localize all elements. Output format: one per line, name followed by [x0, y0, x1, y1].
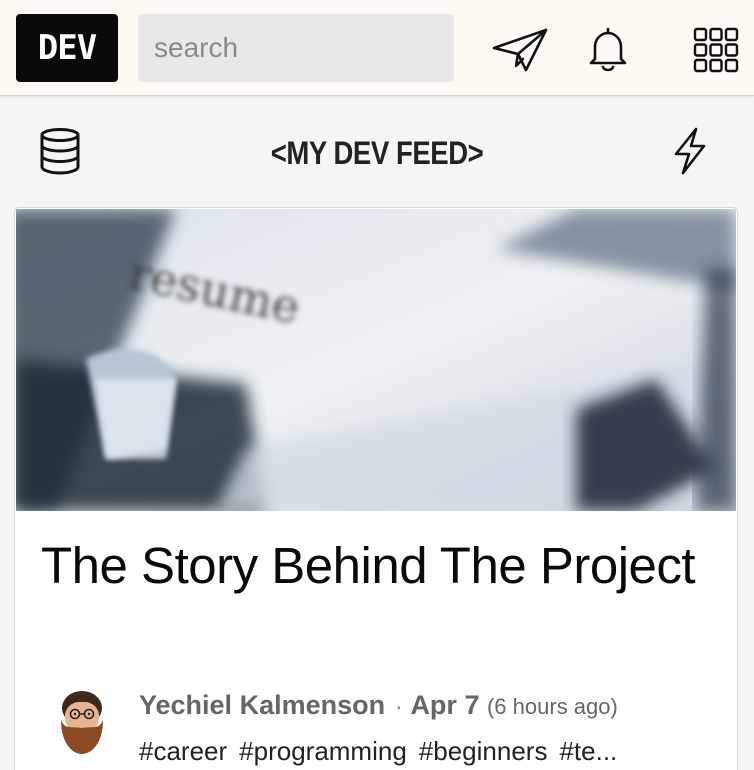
feed-header: <MY DEV FEED> — [0, 97, 754, 205]
bell-icon[interactable] — [578, 24, 638, 76]
relative-time: (6 hours ago) — [486, 694, 618, 719]
apps-grid-icon[interactable] — [686, 24, 746, 76]
paper-plane-icon[interactable] — [490, 24, 550, 76]
article-meta: Yechiel Kalmenson · Apr 7 (6 hours ago) — [139, 690, 618, 721]
publish-date: Apr 7 — [410, 690, 480, 720]
tag-truncated[interactable]: #te... — [559, 736, 617, 766]
top-bar: DEV — [0, 0, 754, 96]
author-avatar[interactable] — [55, 686, 109, 754]
meta-separator: · — [395, 694, 403, 719]
tag-list: #career #programming #beginners #te... — [139, 736, 699, 767]
tag-programming[interactable]: #programming — [239, 736, 407, 766]
cover-image[interactable]: resume — [16, 209, 736, 511]
tag-beginners[interactable]: #beginners — [419, 736, 548, 766]
dev-logo[interactable]: DEV — [16, 14, 118, 82]
author-name[interactable]: Yechiel Kalmenson — [139, 690, 385, 720]
lightning-icon[interactable] — [664, 125, 716, 177]
tag-career[interactable]: #career — [139, 736, 227, 766]
logo-text: DEV — [37, 28, 97, 68]
search-input[interactable] — [138, 14, 454, 82]
article-card[interactable]: resume The Story Behind The Project Yech… — [14, 207, 738, 770]
article-title[interactable]: The Story Behind The Project — [41, 534, 701, 598]
feed-title: <MY DEV FEED> — [270, 135, 484, 171]
